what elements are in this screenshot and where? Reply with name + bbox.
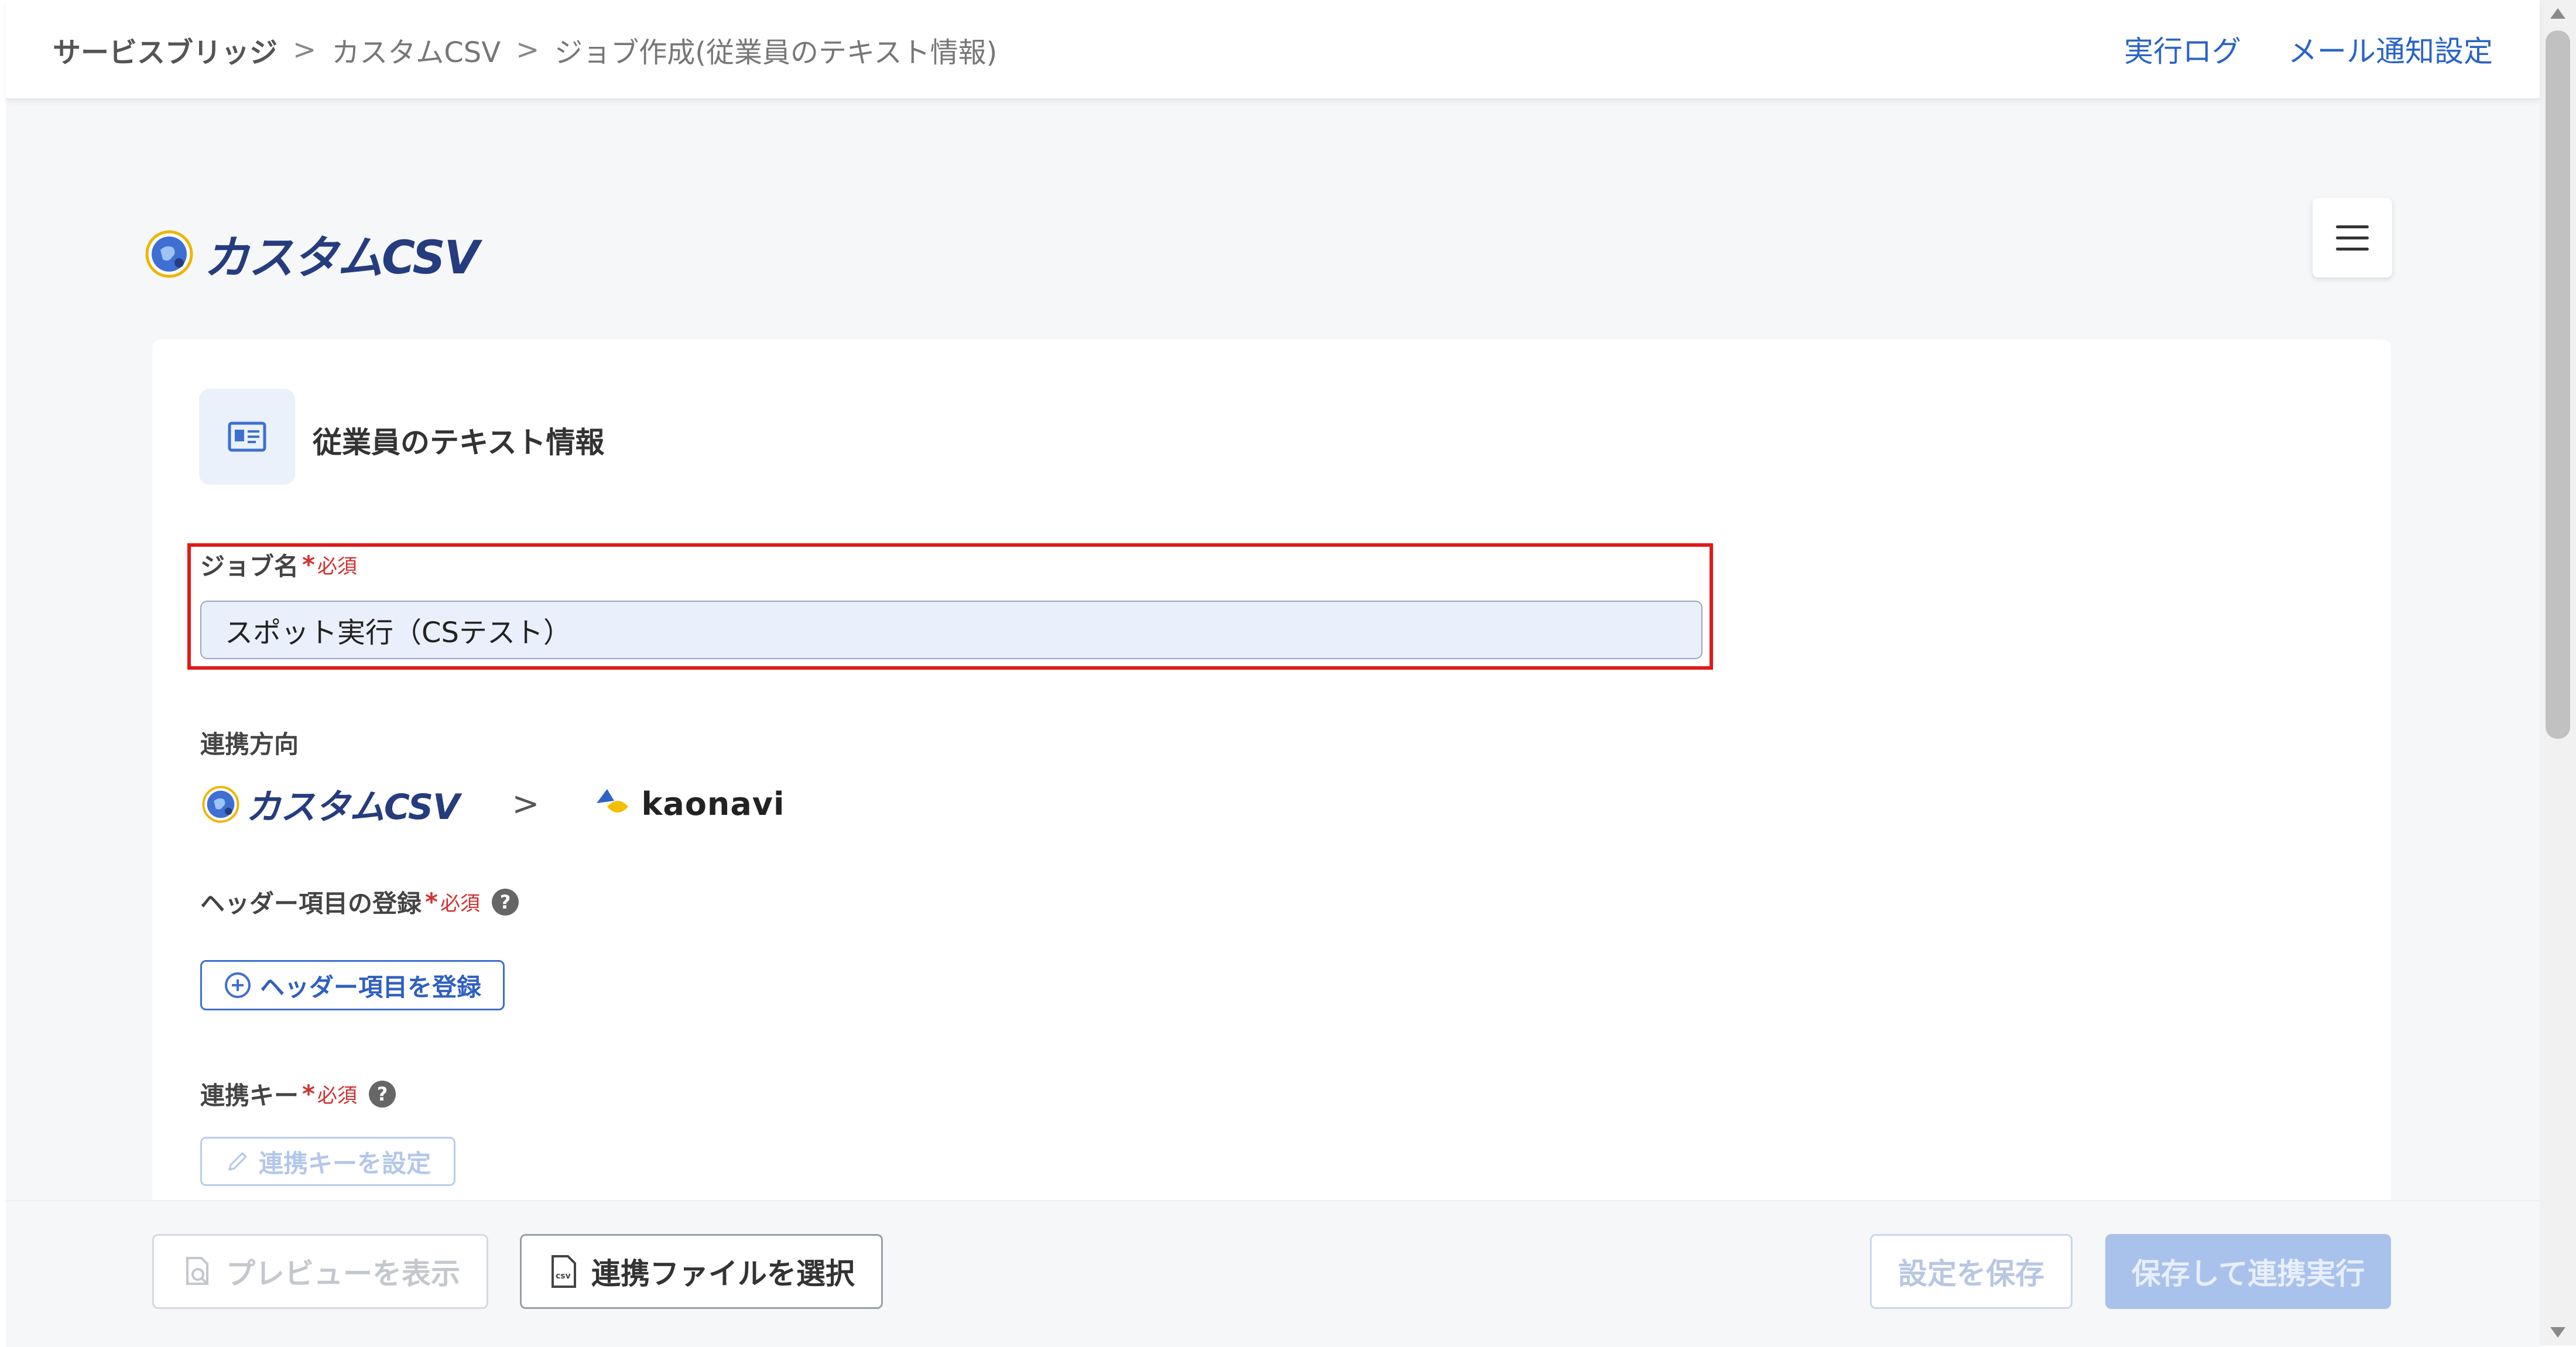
header-links: 実行ログ メール通知設定: [2124, 28, 2493, 70]
save-and-run-button[interactable]: 保存して連携実行: [2105, 1234, 2391, 1309]
flow-source-logo: カスタムCSV: [246, 787, 460, 828]
flow-target-logo: kaonavi: [641, 786, 785, 822]
set-link-key-button[interactable]: 連携キーを設定: [200, 1137, 455, 1186]
link-key-label-text: 連携キー: [200, 1081, 299, 1110]
help-icon[interactable]: ?: [368, 1080, 396, 1108]
job-name-input[interactable]: [200, 601, 1703, 659]
select-link-file-label: 連携ファイルを選択: [591, 1257, 855, 1291]
required-text: 必須: [317, 1084, 357, 1108]
plus-circle-icon: [224, 972, 251, 998]
breadcrumb-item-service-bridge[interactable]: サービスブリッジ: [53, 29, 278, 70]
breadcrumb-separator-icon: >: [516, 33, 540, 66]
scroll-down-arrow-icon[interactable]: [2550, 1327, 2565, 1338]
flow-direction-row: カスタムCSV > kaonavi: [200, 779, 785, 830]
globe-icon: [202, 786, 239, 822]
kaonavi-logo-icon: [597, 789, 629, 813]
job-name-label: ジョブ名 * 必須: [200, 547, 357, 582]
card-title: 従業員のテキスト情報: [313, 426, 605, 460]
save-and-run-label: 保存して連携実行: [2131, 1257, 2365, 1291]
select-link-file-button[interactable]: csv 連携ファイルを選択: [520, 1234, 883, 1309]
breadcrumb-separator-icon: >: [293, 33, 317, 66]
csv-file-icon: csv: [551, 1255, 576, 1288]
flow-direction-label-text: 連携方向: [200, 730, 299, 759]
preview-button-label: プレビューを表示: [226, 1257, 460, 1291]
top-bar: サービスブリッジ > カスタムCSV > ジョブ作成(従業員のテキスト情報) 実…: [6, 0, 2540, 100]
required-mark: *: [302, 1079, 315, 1108]
id-card-icon: [228, 421, 266, 452]
preview-search-icon: [186, 1257, 208, 1285]
scrollbar-thumb[interactable]: [2546, 30, 2570, 739]
flow-direction-label: 連携方向: [200, 725, 299, 760]
menu-line: [2336, 247, 2369, 251]
scroll-up-arrow-icon[interactable]: [2550, 8, 2565, 19]
preview-button[interactable]: プレビューを表示: [152, 1234, 488, 1309]
required-text: 必須: [440, 892, 480, 916]
required-mark: *: [302, 550, 315, 579]
required-mark: *: [425, 887, 438, 916]
menu-line: [2336, 236, 2369, 239]
breadcrumb-item-current: ジョブ作成(従業員のテキスト情報): [554, 36, 998, 69]
job-name-label-text: ジョブ名: [200, 552, 299, 581]
execution-log-link[interactable]: 実行ログ: [2124, 28, 2241, 70]
header-items-label-text: ヘッダー項目の登録: [200, 889, 422, 918]
mail-notification-settings-link[interactable]: メール通知設定: [2288, 28, 2493, 70]
chevron-right-icon: >: [512, 785, 540, 823]
breadcrumb-item-custom-csv[interactable]: カスタムCSV: [331, 29, 501, 70]
register-header-items-label: ヘッダー項目を登録: [259, 972, 481, 1002]
save-settings-label: 設定を保存: [1898, 1257, 2044, 1291]
link-key-label: 連携キー * 必須 ?: [200, 1076, 396, 1112]
svg-text:csv: csv: [556, 1271, 571, 1281]
app-logo-text: カスタムCSV: [204, 232, 479, 285]
vertical-scrollbar[interactable]: [2540, 0, 2576, 1346]
app-logo: カスタムCSV: [143, 221, 479, 287]
register-header-items-button[interactable]: ヘッダー項目を登録: [200, 960, 505, 1010]
menu-line: [2336, 225, 2369, 228]
hamburger-menu-button[interactable]: [2313, 198, 2392, 277]
breadcrumb: サービスブリッジ > カスタムCSV > ジョブ作成(従業員のテキスト情報): [53, 29, 997, 70]
set-link-key-label: 連携キーを設定: [258, 1149, 431, 1178]
save-settings-button[interactable]: 設定を保存: [1870, 1234, 2073, 1309]
help-icon[interactable]: ?: [491, 888, 519, 916]
globe-icon: [145, 230, 193, 278]
required-text: 必須: [317, 555, 357, 578]
header-items-label: ヘッダー項目の登録 * 必須 ?: [200, 884, 519, 920]
card-icon-wrap: [199, 389, 295, 485]
pencil-icon: [228, 1151, 248, 1171]
